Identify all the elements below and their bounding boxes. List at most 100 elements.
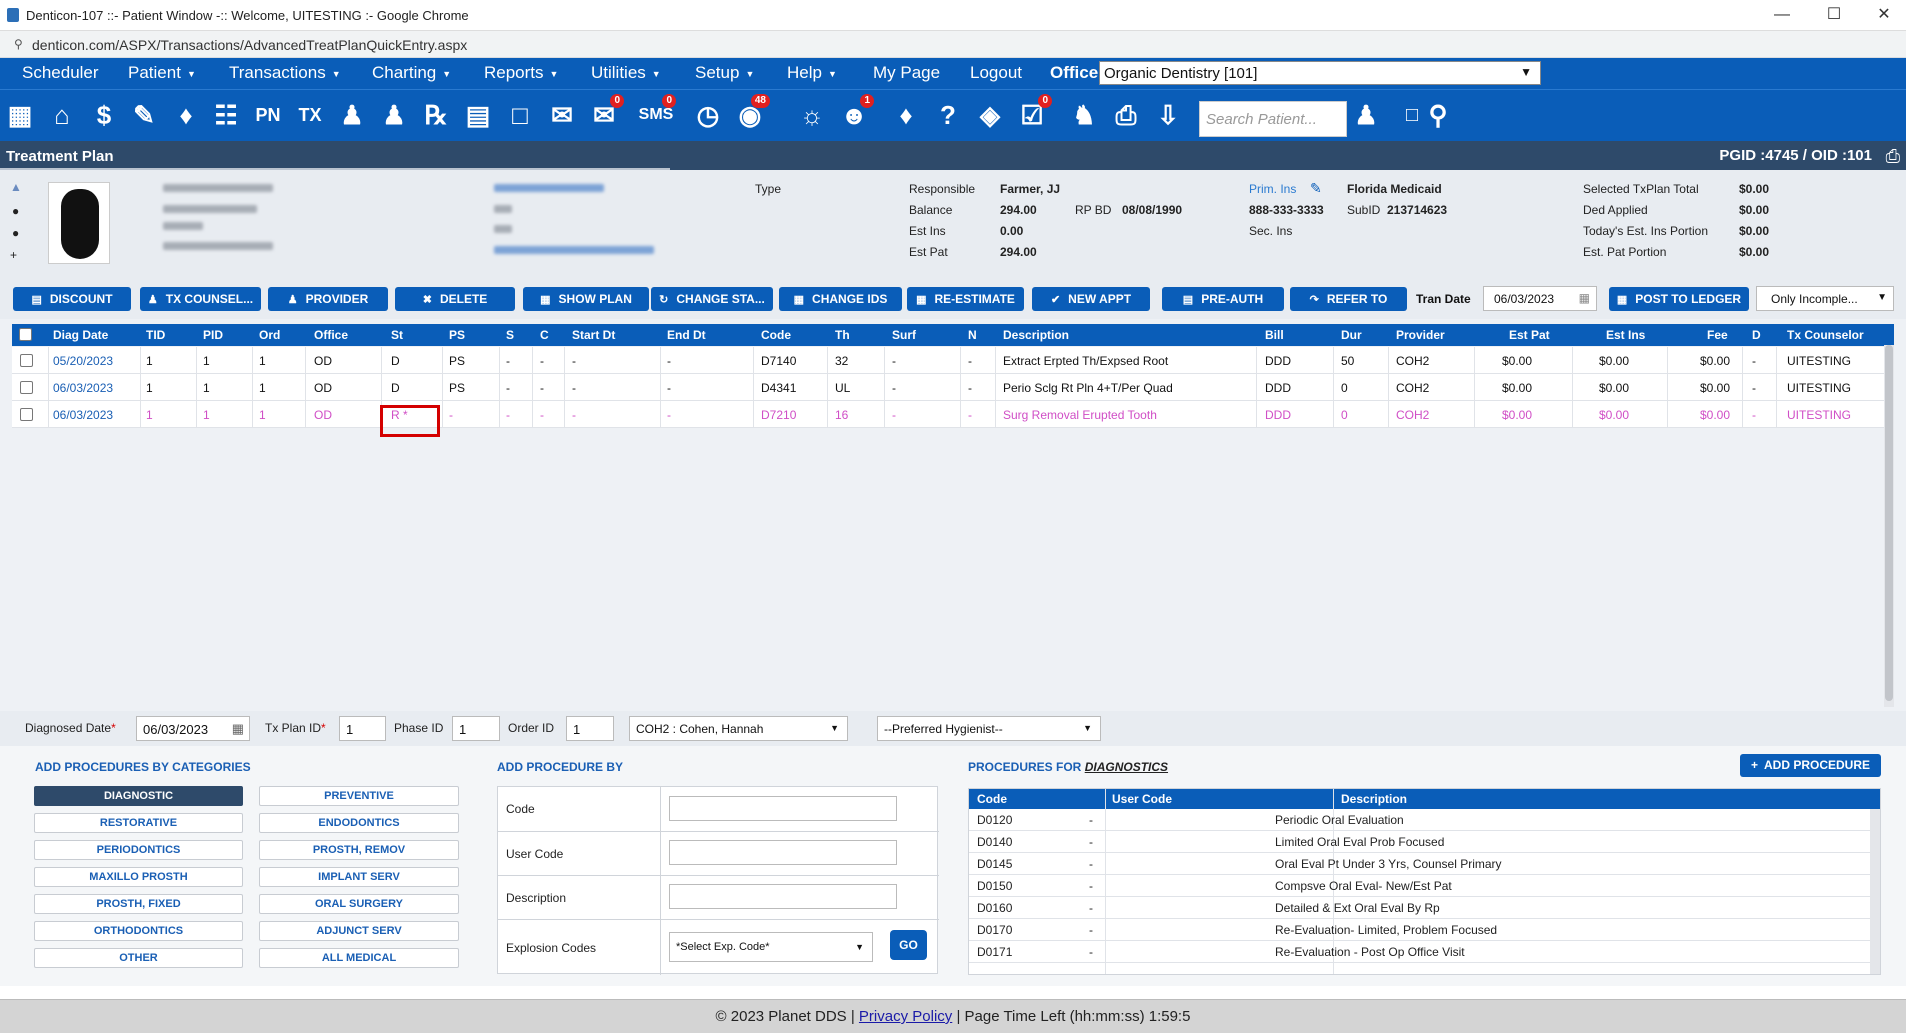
cell-diag-date[interactable]: 06/03/2023 xyxy=(53,408,113,422)
category-other[interactable]: OTHER xyxy=(34,948,243,968)
delete-button[interactable]: ✖ DELETE xyxy=(395,287,515,311)
refer-to-button[interactable]: ↷ REFER TO xyxy=(1290,287,1407,311)
clock-icon[interactable]: ◷ xyxy=(690,96,726,134)
menu-setup[interactable]: Setup ▼ xyxy=(695,63,754,83)
add-icon[interactable]: + xyxy=(10,248,17,262)
col-header[interactable]: Start Dt xyxy=(572,328,615,342)
prim-ins-link[interactable]: Prim. Ins xyxy=(1249,182,1296,196)
col-header[interactable]: C xyxy=(540,328,549,342)
notes-icon[interactable]: ▤ xyxy=(460,96,496,134)
col-header[interactable]: N xyxy=(968,328,977,342)
print-icon[interactable]: ⎙ xyxy=(1886,146,1900,167)
menu-help[interactable]: Help ▼ xyxy=(787,63,837,83)
privacy-policy-link[interactable]: Privacy Policy xyxy=(859,1008,952,1025)
select-all-checkbox[interactable] xyxy=(19,328,32,341)
teeth-icon[interactable]: ☷ xyxy=(208,96,244,134)
category-periodontics[interactable]: PERIODONTICS xyxy=(34,840,243,860)
mail-icon[interactable]: ✉ xyxy=(544,96,580,134)
menu-transactions[interactable]: Transactions ▼ xyxy=(229,63,341,83)
show-plan-button[interactable]: ▦ SHOW PLAN xyxy=(523,287,649,311)
advanced-search-icon[interactable]: ⚲ xyxy=(1420,96,1456,134)
change-status-button[interactable]: ↻ CHANGE STA... xyxy=(651,287,773,311)
side-icon[interactable]: ● xyxy=(12,204,19,218)
progress-notes-icon[interactable]: PN xyxy=(250,96,286,134)
side-icon[interactable]: ▲ xyxy=(10,180,22,194)
globe-icon[interactable]: ◉ 48 xyxy=(732,94,770,134)
user-code-input[interactable] xyxy=(669,840,897,865)
category-implant-serv[interactable]: IMPLANT SERV xyxy=(259,867,459,887)
col-header[interactable]: PID xyxy=(203,328,223,342)
address-bar[interactable]: ⚲ denticon.com/ASPX/Transactions/Advance… xyxy=(0,31,1906,58)
menu-patient[interactable]: Patient ▼ xyxy=(128,63,196,83)
category-prosth-remov[interactable]: PROSTH, REMOV xyxy=(259,840,459,860)
tooth-icon[interactable]: ♦ xyxy=(168,96,204,134)
menu-charting[interactable]: Charting ▼ xyxy=(372,63,451,83)
diag-date-input[interactable]: 06/03/2023 ▦ xyxy=(136,716,250,741)
home-icon[interactable]: ⌂ xyxy=(44,96,80,134)
col-header[interactable]: Diag Date xyxy=(53,328,108,342)
col-header[interactable]: Dur xyxy=(1341,328,1362,342)
tx-counselor-button[interactable]: ♟ TX COUNSEL... xyxy=(140,287,261,311)
pre-auth-button[interactable]: ▤ PRE-AUTH xyxy=(1162,287,1284,311)
tran-date-input[interactable]: 06/03/2023 ▦ xyxy=(1483,286,1597,311)
calendar-icon[interactable]: ▦ xyxy=(2,96,38,134)
change-ids-button[interactable]: ▦ CHANGE IDS xyxy=(779,287,902,311)
col-header[interactable]: Th xyxy=(835,328,850,342)
col-header[interactable]: Office xyxy=(314,328,348,342)
col-header[interactable]: D xyxy=(1752,328,1761,342)
col-header[interactable]: Code xyxy=(761,328,791,342)
col-header[interactable]: Bill xyxy=(1265,328,1284,342)
dollar-icon[interactable]: $ xyxy=(86,96,122,134)
col-header[interactable]: Description xyxy=(1003,328,1069,342)
document-icon[interactable]: □ xyxy=(502,96,538,134)
category-endodontics[interactable]: ENDODONTICS xyxy=(259,813,459,833)
category-maxillo-prosth[interactable]: MAXILLO PROSTH xyxy=(34,867,243,887)
post-to-ledger-button[interactable]: ▦ POST TO LEDGER xyxy=(1609,287,1749,311)
col-header[interactable]: Provider xyxy=(1396,328,1445,342)
col-header[interactable]: S xyxy=(506,328,514,342)
code-input[interactable] xyxy=(669,796,897,821)
url-text[interactable]: denticon.com/ASPX/Transactions/AdvancedT… xyxy=(32,37,467,53)
col-header[interactable]: St xyxy=(391,328,403,342)
cell-diag-date[interactable]: 05/20/2023 xyxy=(53,354,113,368)
category-oral-surgery[interactable]: ORAL SURGERY xyxy=(259,894,459,914)
category-orthodontics[interactable]: ORTHODONTICS xyxy=(34,921,243,941)
category-all-medical[interactable]: ALL MEDICAL xyxy=(259,948,459,968)
filter-select[interactable]: Only Incomple... ▼ xyxy=(1756,286,1894,311)
menu-logout[interactable]: Logout xyxy=(970,63,1022,83)
category-restorative[interactable]: RESTORATIVE xyxy=(34,813,243,833)
grid-scrollbar[interactable] xyxy=(1884,345,1894,707)
list-item[interactable]: D0145 - Oral Eval Pt Under 3 Yrs, Counsel … xyxy=(969,853,1872,875)
col-header[interactable]: Est Ins xyxy=(1606,328,1645,342)
tooth-chart-icon[interactable]: ♦ xyxy=(888,96,924,134)
help-tooth-icon[interactable]: ? xyxy=(930,96,966,134)
edit-chart-icon[interactable]: ✎ xyxy=(126,96,162,134)
category-diagnostic[interactable]: DIAGNOSTIC xyxy=(34,786,243,806)
office-select[interactable]: Organic Dentistry [101] ▼ xyxy=(1099,61,1541,85)
menu-reports[interactable]: Reports ▼ xyxy=(484,63,558,83)
go-button[interactable]: GO xyxy=(890,930,927,960)
list-item[interactable]: D0170 - Re-Evaluation- Limited, Problem Fo… xyxy=(969,919,1872,941)
col-header[interactable]: PS xyxy=(449,328,465,342)
category-prosth-fixed[interactable]: PROSTH, FIXED xyxy=(34,894,243,914)
minimize-icon[interactable]: — xyxy=(1762,4,1802,26)
close-icon[interactable]: ✕ xyxy=(1864,4,1904,26)
col-header[interactable]: Fee xyxy=(1707,328,1728,342)
explosion-code-select[interactable]: *Select Exp. Code* ▼ xyxy=(669,932,873,962)
hygienist-select[interactable]: --Preferred Hygienist-- ▼ xyxy=(877,716,1101,741)
col-header[interactable]: Est Pat xyxy=(1509,328,1550,342)
add-patient-icon[interactable]: ♟ xyxy=(334,96,370,134)
col-header[interactable]: Tx Counselor xyxy=(1787,328,1864,342)
re-estimate-button[interactable]: ▦ RE-ESTIMATE xyxy=(907,287,1024,311)
procedures-scrollbar[interactable] xyxy=(1870,809,1880,974)
side-icon[interactable]: ● xyxy=(12,226,19,240)
col-header[interactable]: TID xyxy=(146,328,165,342)
list-item[interactable]: D0160 - Detailed & Ext Oral Eval By Rp xyxy=(969,897,1872,919)
row-checkbox[interactable] xyxy=(20,381,33,394)
support-icon[interactable]: ☼ xyxy=(794,96,830,134)
list-item[interactable]: D0171 - Re-Evaluation - Post Op Office Vis… xyxy=(969,941,1872,963)
new-appt-button[interactable]: ✔ NEW APPT xyxy=(1032,287,1150,311)
col-header[interactable]: Surf xyxy=(892,328,916,342)
txplan-id-input[interactable]: 1 xyxy=(339,716,386,741)
description-input[interactable] xyxy=(669,884,897,909)
